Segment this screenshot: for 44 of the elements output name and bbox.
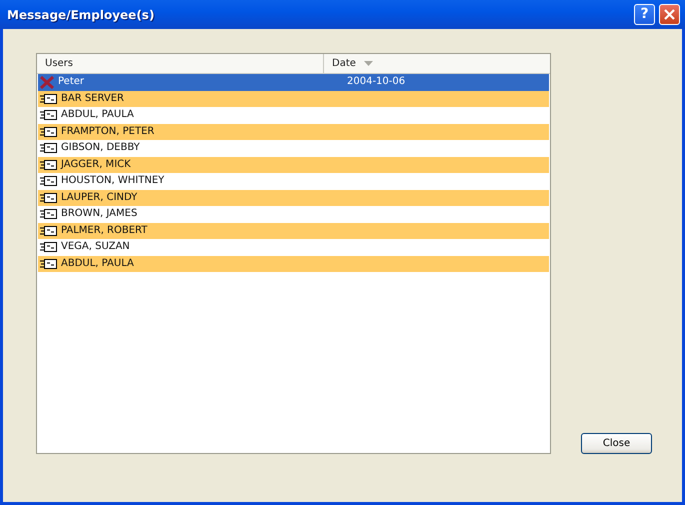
user-name: GIBSON, DEBBY bbox=[61, 141, 140, 155]
user-name: BAR SERVER bbox=[61, 92, 124, 106]
date-column-header[interactable]: Date bbox=[332, 54, 356, 74]
user-row[interactable]: VEGA, SUZAN bbox=[38, 239, 549, 256]
x-icon bbox=[40, 76, 54, 89]
user-name: PALMER, ROBERT bbox=[61, 224, 148, 238]
user-row[interactable]: PALMER, ROBERT bbox=[38, 222, 549, 239]
user-name: FRAMPTON, PETER bbox=[61, 124, 154, 138]
user-row[interactable]: Peter 2004-10-06 bbox=[38, 74, 549, 90]
user-row[interactable]: ABDUL, PAULA bbox=[38, 256, 549, 272]
window-title: Message/Employee(s) bbox=[7, 6, 154, 24]
user-name: BROWN, JAMES bbox=[61, 207, 138, 221]
id-card-icon bbox=[40, 176, 57, 186]
user-name: ABDUL, PAULA bbox=[61, 256, 134, 270]
close-button[interactable]: Close bbox=[581, 433, 652, 454]
id-card-icon bbox=[40, 226, 57, 236]
id-card-icon bbox=[40, 209, 57, 220]
user-row[interactable]: FRAMPTON, PETER bbox=[38, 124, 549, 140]
user-name: ABDUL, PAULA bbox=[61, 108, 134, 122]
close-icon bbox=[664, 8, 675, 20]
user-name: HOUSTON, WHITNEY bbox=[61, 174, 164, 188]
date-cell-text: 2004-10-06 bbox=[346, 75, 406, 89]
user-row[interactable]: BROWN, JAMES bbox=[38, 206, 549, 222]
id-card-icon bbox=[40, 94, 57, 104]
close-button[interactable] bbox=[659, 4, 680, 25]
id-card-icon bbox=[40, 242, 57, 252]
user-row[interactable]: ABDUL, PAULA bbox=[38, 107, 549, 124]
user-row[interactable]: LAUPER, CINDY bbox=[38, 190, 549, 206]
help-button[interactable]: ? bbox=[634, 4, 655, 25]
users-column-header[interactable]: Users bbox=[45, 54, 74, 74]
id-card-icon bbox=[40, 110, 57, 120]
user-name: JAGGER, MICK bbox=[61, 158, 131, 172]
user-row[interactable]: GIBSON, DEBBY bbox=[38, 140, 549, 156]
user-name: LAUPER, CINDY bbox=[61, 190, 138, 204]
user-name: Peter bbox=[58, 75, 84, 89]
user-row[interactable]: BAR SERVER bbox=[38, 90, 549, 107]
user-name: VEGA, SUZAN bbox=[61, 240, 130, 254]
id-card-icon bbox=[40, 160, 57, 170]
id-card-icon bbox=[40, 192, 57, 203]
user-row[interactable]: HOUSTON, WHITNEY bbox=[38, 173, 549, 190]
id-card-icon bbox=[40, 258, 57, 269]
id-card-icon bbox=[40, 126, 57, 137]
user-row[interactable]: JAGGER, MICK bbox=[38, 156, 549, 173]
id-card-icon bbox=[40, 143, 57, 154]
